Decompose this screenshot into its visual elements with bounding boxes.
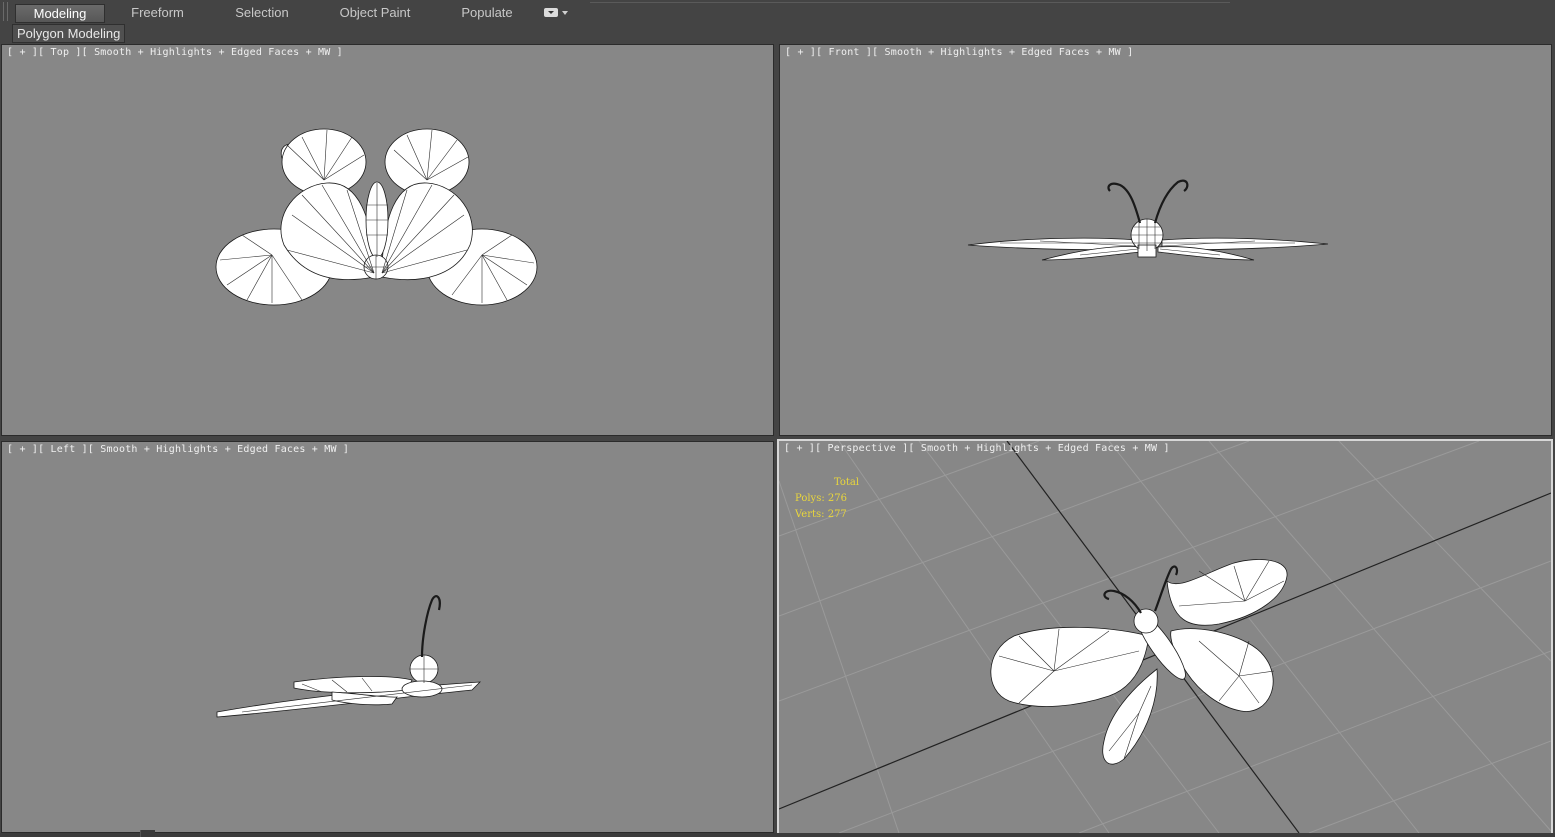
ribbon-options-icon[interactable]: [544, 8, 558, 17]
stats-verts: Verts: 277: [795, 509, 847, 520]
viewport-left[interactable]: [ + ][ Left ][ Smooth + Highlights + Edg…: [1, 441, 774, 833]
ribbon-tab-bar: Modeling Freeform Selection Object Paint…: [0, 0, 1555, 25]
ribbon-panel-row: Polygon Modeling: [0, 24, 1555, 43]
viewport-front[interactable]: [ + ][ Front ][ Smooth + Highlights + Ed…: [779, 44, 1552, 436]
stats-polys: Polys: 276: [795, 493, 847, 504]
viewport-perspective[interactable]: [ + ][ Perspective ][ Smooth + Highlight…: [777, 439, 1553, 835]
tab-modeling[interactable]: Modeling: [15, 4, 105, 23]
butterfly-perspective-view: [990, 559, 1288, 765]
viewport-label[interactable]: [ + ][ Perspective ][ Smooth + Highlight…: [784, 443, 1170, 454]
splitter-handle[interactable]: [140, 830, 155, 837]
viewport-label[interactable]: [ + ][ Left ][ Smooth + Highlights + Edg…: [7, 444, 349, 455]
tab-object-paint[interactable]: Object Paint: [330, 4, 420, 22]
tab-freeform[interactable]: Freeform: [120, 4, 195, 22]
tab-populate[interactable]: Populate: [450, 4, 524, 22]
ribbon-grip[interactable]: [3, 2, 4, 21]
butterfly-left-view: [216, 595, 482, 718]
viewport-label[interactable]: [ + ][ Front ][ Smooth + Highlights + Ed…: [785, 47, 1133, 58]
status-bar-edge: [0, 833, 1555, 837]
viewport-top[interactable]: [ + ][ Top ][ Smooth + Highlights + Edge…: [1, 44, 774, 436]
panel-polygon-modeling[interactable]: Polygon Modeling: [12, 24, 126, 43]
chevron-down-icon[interactable]: [562, 11, 568, 18]
butterfly-front-view: [967, 179, 1329, 261]
butterfly-top-view: [215, 128, 538, 306]
divider: [590, 2, 1230, 3]
ribbon-grip[interactable]: [7, 2, 8, 21]
stats-header: Total: [834, 477, 860, 488]
tab-selection[interactable]: Selection: [222, 4, 302, 22]
viewport-label[interactable]: [ + ][ Top ][ Smooth + Highlights + Edge…: [7, 47, 343, 58]
